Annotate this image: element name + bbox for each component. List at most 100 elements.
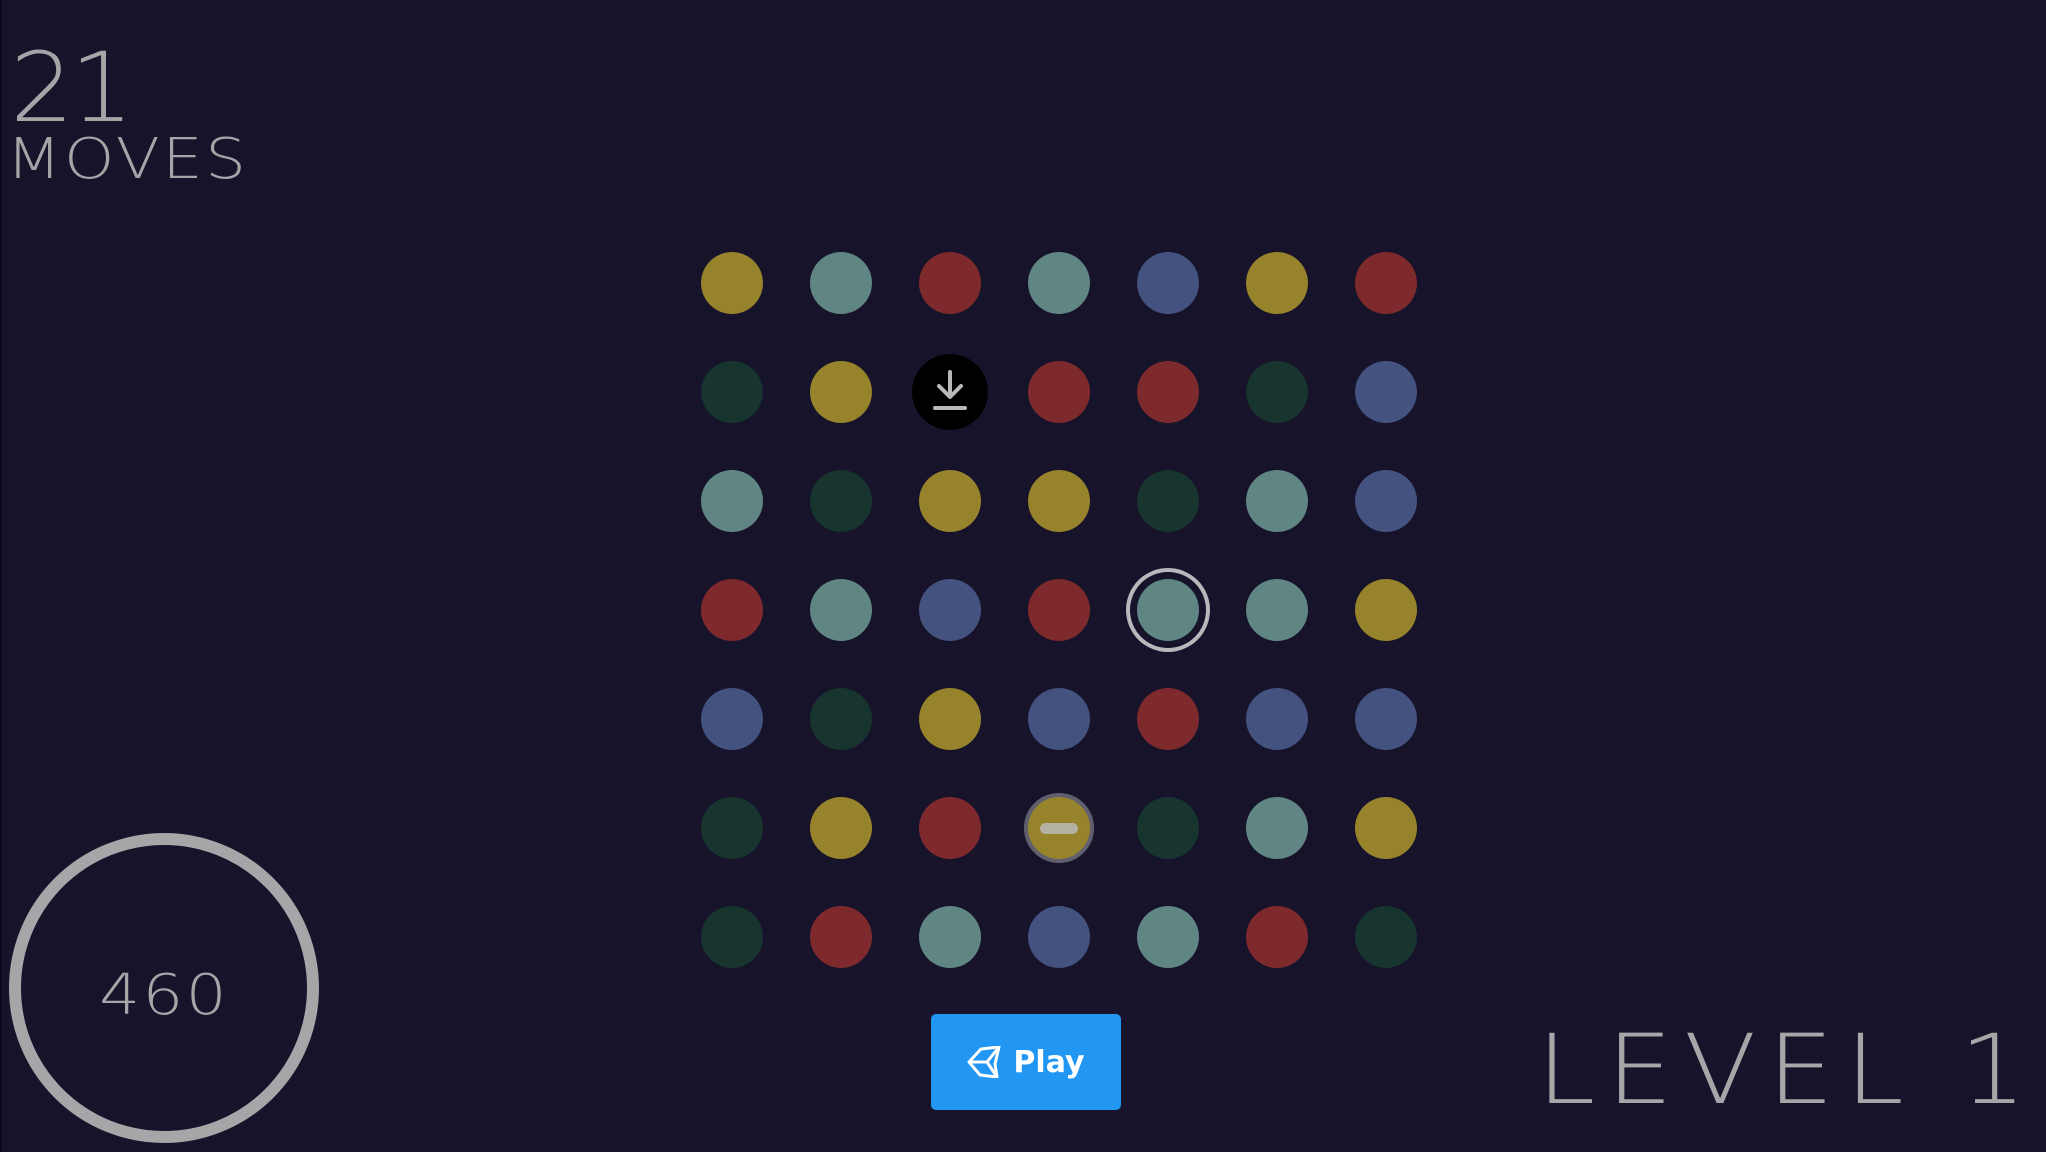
dot-green[interactable] (1245, 360, 1308, 423)
dot-red[interactable] (1136, 687, 1199, 750)
play-button-label: Play (1013, 1044, 1085, 1080)
score-ring: 460 (9, 833, 319, 1143)
board-cell (895, 446, 1004, 555)
dot-red[interactable] (1245, 905, 1308, 968)
dot-teal[interactable] (1245, 469, 1308, 532)
board-cell (677, 337, 786, 446)
board-cell (1113, 555, 1222, 664)
dot-blue[interactable] (1027, 905, 1090, 968)
dot-red[interactable] (1027, 360, 1090, 423)
dot-yellow[interactable] (809, 796, 872, 859)
board-cell (1222, 882, 1331, 991)
dot-red[interactable] (918, 251, 981, 314)
board-cell (1113, 228, 1222, 337)
board-cell (1331, 664, 1440, 773)
dot-red[interactable] (1027, 578, 1090, 641)
dot-red[interactable] (809, 905, 872, 968)
dot-blue[interactable] (1027, 687, 1090, 750)
minus-tile[interactable] (1023, 792, 1094, 863)
unity-logo-icon (967, 1046, 1001, 1078)
dot-blue[interactable] (1354, 469, 1417, 532)
board-cell (1113, 446, 1222, 555)
board-cell (1331, 337, 1440, 446)
board-cell (1222, 773, 1331, 882)
dot-blue[interactable] (700, 687, 763, 750)
bomb-tile[interactable] (911, 353, 988, 430)
dot-green[interactable] (1136, 796, 1199, 859)
dot-yellow[interactable] (809, 360, 872, 423)
board-cell (677, 882, 786, 991)
dot-blue[interactable] (1136, 251, 1199, 314)
dot-blue[interactable] (1245, 687, 1308, 750)
board-cell (1331, 446, 1440, 555)
download-arrow-icon (932, 369, 967, 410)
play-button[interactable]: Play (931, 1014, 1121, 1110)
board-cell (786, 228, 895, 337)
board-cell (1222, 664, 1331, 773)
dot-yellow[interactable] (1027, 469, 1090, 532)
dot-green[interactable] (1354, 905, 1417, 968)
dot-yellow[interactable] (918, 469, 981, 532)
board-cell (1113, 664, 1222, 773)
board-cell (895, 664, 1004, 773)
board-cell (1331, 555, 1440, 664)
moves-counter: 21 MOVES (6, 40, 246, 188)
board-cell (895, 773, 1004, 882)
dot-teal[interactable] (918, 905, 981, 968)
board-cell (677, 773, 786, 882)
dot-yellow[interactable] (1354, 578, 1417, 641)
dot-red[interactable] (700, 578, 763, 641)
dot-red[interactable] (1136, 360, 1199, 423)
dot-red[interactable] (1354, 251, 1417, 314)
moves-label: MOVES (6, 127, 249, 192)
board-cell (786, 664, 895, 773)
dot-teal[interactable] (809, 578, 872, 641)
board-cell (1222, 337, 1331, 446)
dot-yellow[interactable] (700, 251, 763, 314)
dot-teal[interactable] (1245, 796, 1308, 859)
dot-red[interactable] (918, 796, 981, 859)
board-cell (1004, 337, 1113, 446)
board-cell (1222, 228, 1331, 337)
board-cell (1004, 228, 1113, 337)
board-cell (1004, 664, 1113, 773)
board-cell (1113, 882, 1222, 991)
board-cell (1004, 882, 1113, 991)
board-cell (1331, 228, 1440, 337)
dot-teal[interactable] (700, 469, 763, 532)
dot-yellow[interactable] (918, 687, 981, 750)
dot-teal-selected[interactable] (1136, 578, 1199, 641)
dot-teal[interactable] (809, 251, 872, 314)
minus-bar-icon (1039, 822, 1078, 834)
board-cell (786, 773, 895, 882)
board-cell (1222, 555, 1331, 664)
board-cell (895, 882, 1004, 991)
board-cell (895, 337, 1004, 446)
dot-green[interactable] (809, 469, 872, 532)
dot-green[interactable] (1136, 469, 1199, 532)
board-cell (1113, 773, 1222, 882)
board-cell (786, 337, 895, 446)
level-label: LEVEL 1 (1536, 1014, 2038, 1126)
dot-green[interactable] (700, 360, 763, 423)
board-cell (786, 446, 895, 555)
board-cell (677, 228, 786, 337)
board-cell (677, 446, 786, 555)
dot-teal[interactable] (1245, 578, 1308, 641)
dot-teal[interactable] (1027, 251, 1090, 314)
board-cell (895, 228, 1004, 337)
dot-yellow[interactable] (1354, 796, 1417, 859)
moves-count: 21 (10, 32, 134, 144)
dot-yellow[interactable] (1245, 251, 1308, 314)
board-cell (1222, 446, 1331, 555)
board-cell (677, 555, 786, 664)
dot-board (677, 228, 1417, 968)
dot-teal[interactable] (1136, 905, 1199, 968)
dot-green[interactable] (700, 905, 763, 968)
board-cell (1331, 882, 1440, 991)
dot-green[interactable] (809, 687, 872, 750)
dot-green[interactable] (700, 796, 763, 859)
dot-blue[interactable] (1354, 360, 1417, 423)
dot-blue[interactable] (1354, 687, 1417, 750)
dot-blue[interactable] (918, 578, 981, 641)
